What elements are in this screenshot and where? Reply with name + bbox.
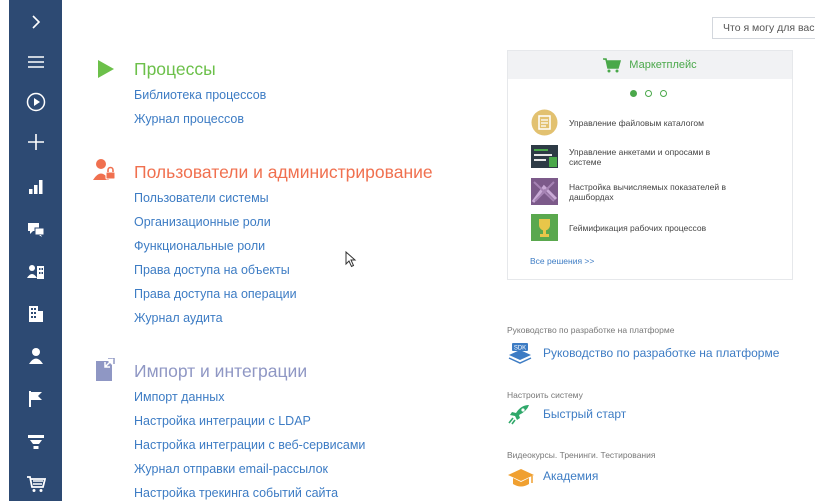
mouse-cursor-icon xyxy=(345,251,357,268)
person-icon xyxy=(28,348,43,364)
link-process-log[interactable]: Журнал процессов xyxy=(134,112,244,126)
marketplace-item-label: Управление файловым каталогом xyxy=(569,117,704,128)
link-academy[interactable]: Академия xyxy=(543,469,598,483)
survey-icon xyxy=(531,145,558,168)
sdk-icon: SDK xyxy=(508,343,532,364)
sidebar-run-process-button[interactable] xyxy=(9,82,62,122)
section-title-import: Импорт и интеграции xyxy=(134,361,308,381)
sidebar-users-button[interactable] xyxy=(9,336,62,376)
cart-icon xyxy=(603,57,622,72)
sidebar-dashboards-button[interactable] xyxy=(9,167,62,207)
users-admin-icon xyxy=(93,159,116,180)
link-audit-log[interactable]: Журнал аудита xyxy=(134,311,223,325)
help-caption: Настроить систему xyxy=(507,390,583,400)
building-icon xyxy=(28,306,43,322)
processes-play-icon xyxy=(98,60,114,78)
help-caption: Видеокурсы. Тренинги. Тестирования xyxy=(507,450,656,460)
sidebar-orders-button[interactable] xyxy=(9,464,62,501)
sidebar-leads-button[interactable] xyxy=(9,422,62,462)
rocket-icon xyxy=(508,405,529,425)
sidebar-accounts-button[interactable] xyxy=(9,294,62,334)
bar-chart-icon xyxy=(28,180,42,194)
link-web-services-integration[interactable]: Настройка интеграции с веб-сервисами xyxy=(134,438,365,452)
carousel-dot[interactable] xyxy=(660,90,667,97)
chevron-right-icon xyxy=(31,15,40,29)
marketplace-item[interactable]: Настройка вычисляемых показателей в дашб… xyxy=(530,177,739,206)
help-caption: Руководство по разработке на платформе xyxy=(507,325,675,335)
menu-icon xyxy=(27,56,44,68)
section-title-processes: Процессы xyxy=(134,59,216,79)
contacts-building-icon xyxy=(26,265,44,279)
all-solutions-link[interactable]: Все решения >> xyxy=(530,256,594,266)
link-ldap-integration[interactable]: Настройка интеграции с LDAP xyxy=(134,414,311,428)
chat-icon xyxy=(27,223,44,237)
sidebar-expand-button[interactable] xyxy=(9,2,62,42)
graduation-cap-icon xyxy=(508,469,534,487)
carousel-dot-active[interactable] xyxy=(630,90,637,97)
link-process-library[interactable]: Библиотека процессов xyxy=(134,88,266,102)
gamification-trophy-icon xyxy=(531,214,558,241)
search-input[interactable]: Что я могу для вас сделать? xyxy=(712,17,815,39)
marketplace-item[interactable]: Управление анкетами и опросами в системе xyxy=(530,142,739,171)
link-functional-roles[interactable]: Функциональные роли xyxy=(134,239,265,253)
link-site-event-tracking[interactable]: Настройка трекинга событий сайта xyxy=(134,486,338,500)
sidebar-feed-button[interactable] xyxy=(9,210,62,250)
link-dev-guide[interactable]: Руководство по разработке на платформе xyxy=(543,346,779,360)
section-title-users: Пользователи и администрирование xyxy=(134,162,433,182)
svg-text:SDK: SDK xyxy=(514,346,526,352)
file-catalog-icon xyxy=(531,109,558,136)
marketplace-header[interactable]: Маркетплейс xyxy=(508,51,792,79)
carousel-dot[interactable] xyxy=(645,90,652,97)
sidebar-activities-button[interactable] xyxy=(9,379,62,419)
marketplace-item-label: Настройка вычисляемых показателей в дашб… xyxy=(569,181,726,202)
marketplace-title: Маркетплейс xyxy=(629,59,697,71)
marketplace-item[interactable]: Управление файловым каталогом xyxy=(530,108,739,137)
funnel-icon xyxy=(27,435,44,449)
sidebar-add-button[interactable] xyxy=(9,122,62,162)
plus-icon xyxy=(27,134,44,150)
marketplace-item-label: Управление анкетами и опросами в системе xyxy=(569,146,711,167)
calculated-metrics-icon xyxy=(531,178,558,205)
link-quick-start[interactable]: Быстрый старт xyxy=(543,407,626,421)
cart-icon xyxy=(26,476,46,492)
flag-icon xyxy=(28,391,42,407)
link-system-users[interactable]: Пользователи системы xyxy=(134,191,269,205)
link-operation-permissions[interactable]: Права доступа на операции xyxy=(134,287,297,301)
sidebar-contacts-button[interactable] xyxy=(9,252,62,292)
link-email-log[interactable]: Журнал отправки email-рассылок xyxy=(134,462,328,476)
link-org-roles[interactable]: Организационные роли xyxy=(134,215,271,229)
link-object-permissions[interactable]: Права доступа на объекты xyxy=(134,263,290,277)
marketplace-panel: Маркетплейс Управление файловым каталого… xyxy=(507,50,793,280)
play-icon xyxy=(26,92,45,112)
left-sidebar xyxy=(0,0,62,501)
import-integration-icon xyxy=(96,358,115,381)
marketplace-item[interactable]: Геймификация рабочих процессов xyxy=(530,213,739,242)
marketplace-item-label: Геймификация рабочих процессов xyxy=(569,222,707,233)
sidebar-menu-button[interactable] xyxy=(9,42,62,82)
link-data-import[interactable]: Импорт данных xyxy=(134,390,224,404)
